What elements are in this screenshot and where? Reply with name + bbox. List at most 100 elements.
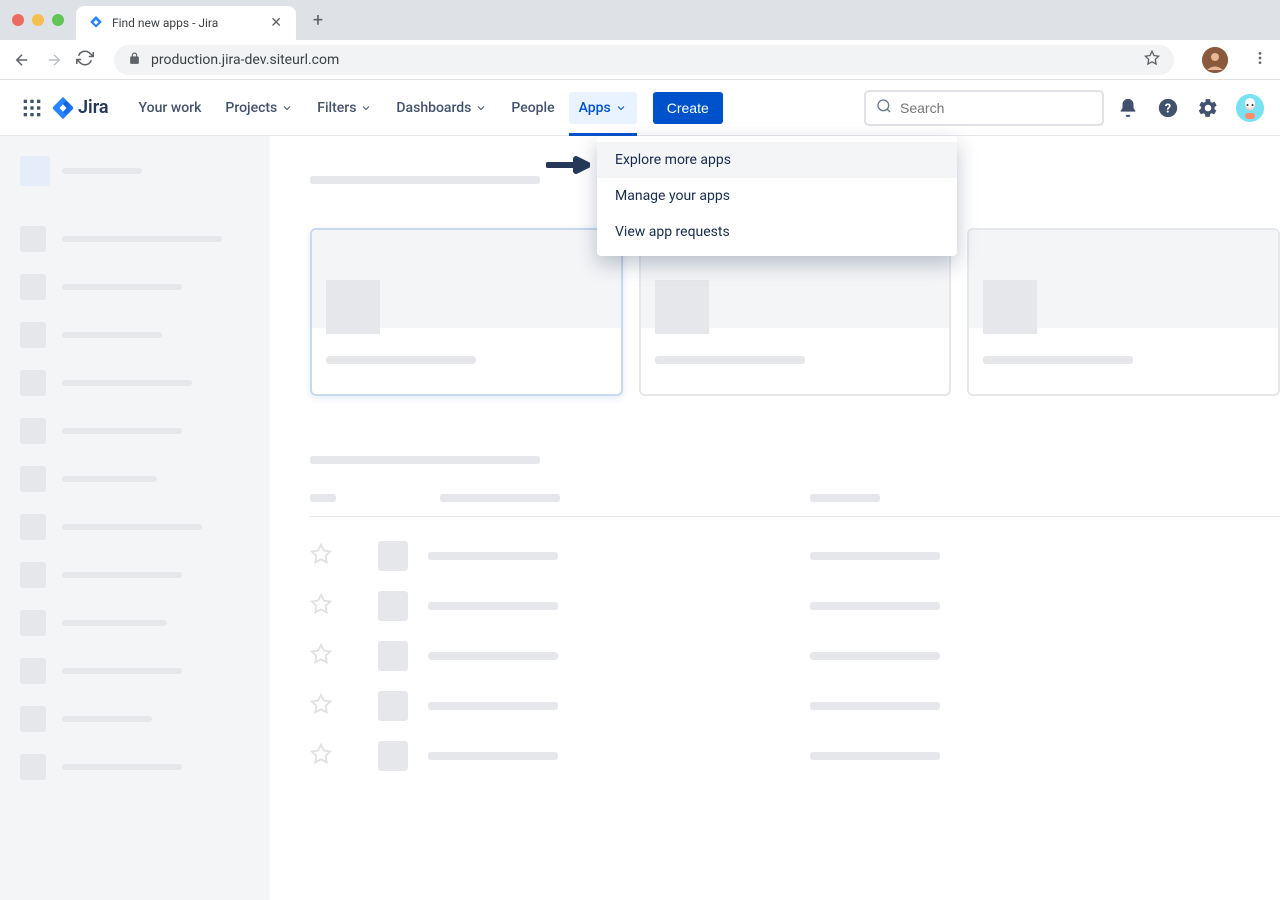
window-close[interactable] [12, 14, 24, 26]
nav-label: People [511, 100, 554, 116]
table-row-skeleton [310, 581, 1280, 631]
skeleton-text [62, 284, 182, 290]
skeleton-text [62, 332, 162, 338]
search-input[interactable] [900, 100, 1092, 116]
skeleton-text [810, 702, 940, 710]
sidebar-item-skeleton [12, 746, 258, 788]
star-icon[interactable] [310, 693, 332, 719]
skeleton-text [62, 716, 152, 722]
search-box[interactable] [864, 90, 1104, 126]
nav-dashboards[interactable]: Dashboards [386, 92, 497, 124]
browser-address-bar[interactable]: production.jira-dev.siteurl.com [114, 45, 1174, 75]
skeleton-text [810, 652, 940, 660]
table-header-skeleton [310, 494, 1280, 517]
nav-label: Apps [579, 100, 611, 116]
sidebar-item-skeleton [12, 314, 258, 356]
skeleton-text [428, 552, 558, 560]
card-body-skeleton [969, 328, 1278, 378]
skeleton-text [810, 602, 940, 610]
help-button[interactable]: ? [1152, 92, 1184, 124]
sidebar-item-skeleton [12, 362, 258, 404]
app-switcher-icon [22, 98, 42, 118]
star-icon[interactable] [310, 593, 332, 619]
dropdown-label: View app requests [615, 224, 730, 240]
skeleton-col [440, 494, 560, 502]
tab-close-icon[interactable]: ✕ [268, 13, 284, 33]
jira-logo-icon [52, 97, 74, 119]
skeleton-icon [378, 641, 408, 671]
dropdown-label: Manage your apps [615, 188, 730, 204]
nav-your-work[interactable]: Your work [129, 92, 212, 124]
sidebar-item-skeleton [12, 410, 258, 452]
tab-title: Find new apps - Jira [112, 16, 260, 30]
lock-icon [128, 50, 141, 69]
skeleton-heading [310, 456, 540, 464]
browser-back-button[interactable] [12, 50, 32, 70]
browser-reload-button[interactable] [76, 49, 94, 71]
window-minimize[interactable] [32, 14, 44, 26]
app-switcher-button[interactable] [16, 92, 48, 124]
notifications-button[interactable] [1112, 92, 1144, 124]
browser-tab[interactable]: Find new apps - Jira ✕ [76, 6, 296, 40]
skeleton-icon [20, 754, 46, 780]
card-body-skeleton [312, 328, 621, 378]
create-button[interactable]: Create [653, 92, 723, 124]
skeleton-icon [20, 466, 46, 492]
skeleton-icon [378, 691, 408, 721]
skeleton-text [62, 764, 182, 770]
nav-projects[interactable]: Projects [215, 92, 303, 124]
svg-text:?: ? [1165, 101, 1171, 116]
window-maximize[interactable] [52, 14, 64, 26]
nav-people[interactable]: People [501, 92, 564, 124]
dropdown-label: Explore more apps [615, 152, 731, 168]
gear-icon [1197, 97, 1219, 119]
nav-label: Filters [317, 100, 356, 116]
dropdown-item-manage-apps[interactable]: Manage your apps [597, 178, 957, 214]
table-row-skeleton [310, 531, 1280, 581]
help-icon: ? [1157, 97, 1179, 119]
card-body-skeleton [641, 328, 950, 378]
skeleton-text [62, 168, 142, 174]
chevron-down-icon [360, 102, 372, 114]
dropdown-item-explore-apps[interactable]: Explore more apps [597, 142, 957, 178]
avatar-icon [1236, 94, 1264, 122]
browser-forward-button[interactable] [44, 50, 64, 70]
skeleton-text [62, 476, 157, 482]
jira-logo-text: Jira [78, 97, 109, 118]
browser-profile-avatar[interactable] [1202, 47, 1228, 73]
sidebar-item-skeleton [12, 650, 258, 692]
card-skeleton [967, 228, 1280, 396]
star-icon[interactable] [310, 743, 332, 769]
card-top-skeleton [969, 230, 1278, 328]
skeleton-text [62, 620, 167, 626]
skeleton-icon [20, 562, 46, 588]
nav-label: Your work [139, 100, 202, 116]
skeleton-icon [655, 280, 709, 334]
nav-filters[interactable]: Filters [307, 92, 382, 124]
new-tab-button[interactable]: + [304, 6, 332, 34]
bookmark-star-icon[interactable] [1144, 50, 1160, 70]
sidebar-item-skeleton [12, 218, 258, 260]
nav-apps[interactable]: Apps [569, 92, 637, 124]
skeleton-text [62, 380, 192, 386]
dropdown-item-view-requests[interactable]: View app requests [597, 214, 957, 250]
sidebar-item-skeleton [12, 506, 258, 548]
jira-logo[interactable]: Jira [52, 97, 109, 119]
star-icon[interactable] [310, 643, 332, 669]
browser-menu-button[interactable] [1252, 50, 1268, 70]
user-avatar[interactable] [1236, 94, 1264, 122]
sidebar [0, 136, 270, 900]
sidebar-item-skeleton [12, 266, 258, 308]
skeleton-heading [310, 176, 540, 184]
settings-button[interactable] [1192, 92, 1224, 124]
skeleton-icon [326, 280, 380, 334]
sidebar-item-skeleton [12, 698, 258, 740]
skeleton-icon [20, 706, 46, 732]
create-label: Create [667, 100, 709, 116]
chevron-down-icon [281, 102, 293, 114]
browser-toolbar: production.jira-dev.siteurl.com [0, 40, 1280, 80]
star-icon[interactable] [310, 543, 332, 569]
skeleton-text [655, 356, 805, 364]
skeleton-text [62, 668, 182, 674]
skeleton-icon [20, 514, 46, 540]
